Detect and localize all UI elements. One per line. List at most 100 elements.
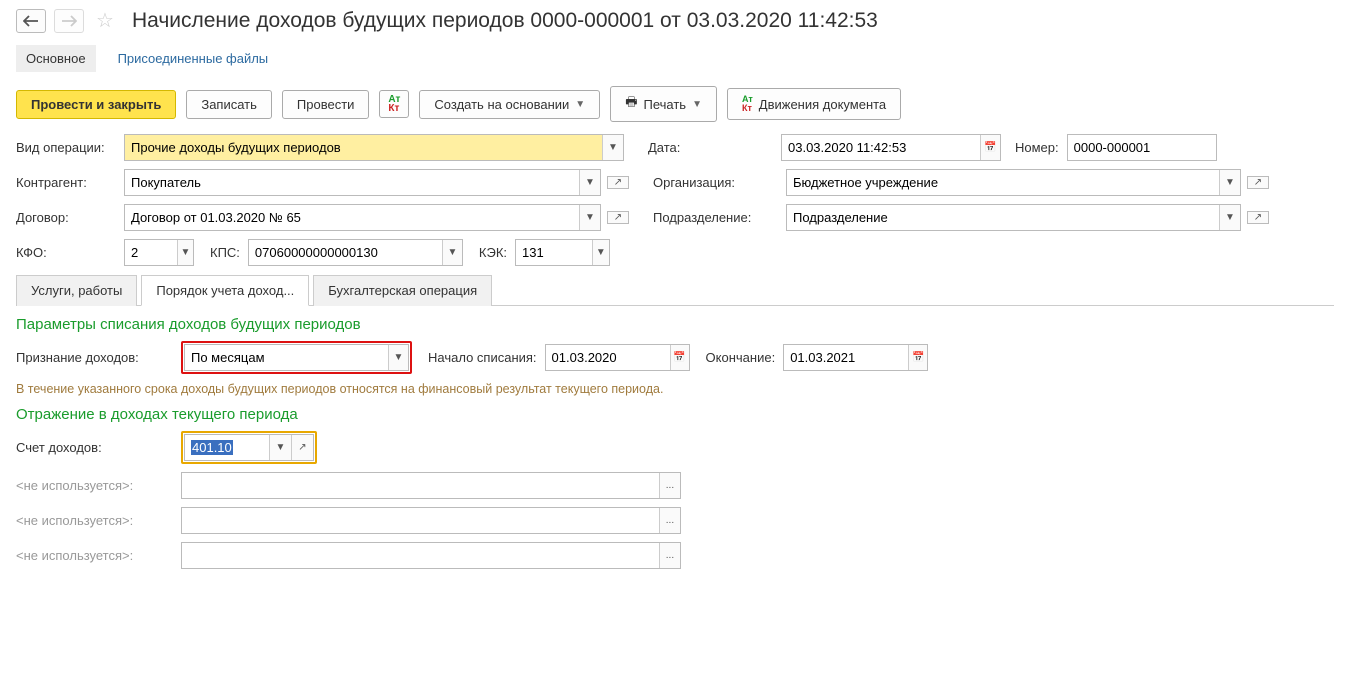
num-label: Номер:: [1015, 140, 1059, 155]
document-movements-button[interactable]: АтКт Движения документа: [727, 88, 901, 120]
dropdown-icon[interactable]: ▼: [592, 240, 609, 265]
unused-label-3: <не используется>:: [16, 548, 173, 563]
dtkt-button[interactable]: АтКт: [379, 90, 409, 118]
printer-icon: 🖶: [625, 93, 637, 115]
open-icon[interactable]: ↗: [1248, 212, 1268, 223]
more-icon[interactable]: ...: [659, 508, 680, 533]
kfo-field[interactable]: ▼: [124, 239, 194, 266]
start-field[interactable]: 📅: [545, 344, 690, 371]
kek-label: КЭК:: [479, 245, 507, 260]
open-icon[interactable]: ↗: [291, 435, 313, 460]
end-field[interactable]: 📅: [783, 344, 928, 371]
reflection-section-title: Отражение в доходах текущего периода: [16, 406, 1334, 423]
params-section-title: Параметры списания доходов будущих перио…: [16, 316, 1334, 333]
write-button[interactable]: Записать: [186, 90, 272, 119]
unused-input-1[interactable]: [182, 473, 659, 498]
account-label: Счет доходов:: [16, 440, 173, 455]
calendar-icon[interactable]: 📅: [980, 135, 1000, 160]
op-type-label: Вид операции:: [16, 140, 116, 155]
caret-down-icon: ▼: [692, 99, 702, 110]
op-type-input[interactable]: [125, 135, 602, 160]
unused-field-1[interactable]: ...: [181, 472, 681, 499]
dtkt-icon: АтКт: [388, 95, 400, 113]
open-icon[interactable]: ↗: [608, 177, 628, 188]
dept-input[interactable]: [787, 205, 1219, 230]
calendar-icon[interactable]: 📅: [908, 345, 927, 370]
dropdown-icon[interactable]: ▼: [269, 435, 291, 460]
unused-field-2[interactable]: ...: [181, 507, 681, 534]
tab-accounting-op[interactable]: Бухгалтерская операция: [313, 275, 492, 306]
end-label: Окончание:: [706, 350, 776, 365]
kps-field[interactable]: ▼: [248, 239, 463, 266]
kps-input[interactable]: [249, 240, 442, 265]
end-input[interactable]: [784, 345, 908, 370]
arrow-left-icon: [23, 15, 39, 27]
link-tab-main[interactable]: Основное: [16, 45, 96, 72]
date-label: Дата:: [648, 140, 773, 155]
dept-field[interactable]: ▼: [786, 204, 1241, 231]
op-type-field[interactable]: ▼: [124, 134, 624, 161]
num-input[interactable]: [1068, 135, 1216, 160]
dog-field[interactable]: ▼: [124, 204, 601, 231]
caret-down-icon: ▼: [575, 99, 585, 110]
org-input[interactable]: [787, 170, 1219, 195]
kek-input[interactable]: [516, 240, 592, 265]
dropdown-icon[interactable]: ▼: [602, 135, 623, 160]
recognition-field[interactable]: ▼: [184, 344, 409, 371]
account-field[interactable]: 401.10 ▼ ↗: [184, 434, 314, 461]
kfo-label: КФО:: [16, 245, 116, 260]
contr-field[interactable]: ▼: [124, 169, 601, 196]
print-button[interactable]: 🖶 Печать ▼: [610, 86, 717, 122]
open-icon[interactable]: ↗: [1248, 177, 1268, 188]
forward-button[interactable]: [54, 9, 84, 33]
start-label: Начало списания:: [428, 350, 537, 365]
unused-input-2[interactable]: [182, 508, 659, 533]
org-field[interactable]: ▼: [786, 169, 1241, 196]
kfo-input[interactable]: [125, 240, 177, 265]
org-label: Организация:: [653, 175, 778, 190]
kps-label: КПС:: [210, 245, 240, 260]
tab-services[interactable]: Услуги, работы: [16, 275, 137, 306]
dropdown-icon[interactable]: ▼: [579, 170, 600, 195]
dog-input[interactable]: [125, 205, 579, 230]
post-button[interactable]: Провести: [282, 90, 370, 119]
more-icon[interactable]: ...: [659, 473, 680, 498]
recognition-highlight: ▼: [181, 341, 412, 374]
contr-label: Контрагент:: [16, 175, 116, 190]
arrow-right-icon: [61, 15, 77, 27]
post-and-close-button[interactable]: Провести и закрыть: [16, 90, 176, 119]
contr-input[interactable]: [125, 170, 579, 195]
unused-input-3[interactable]: [182, 543, 659, 568]
page-title: Начисление доходов будущих периодов 0000…: [132, 9, 878, 33]
dropdown-icon[interactable]: ▼: [442, 240, 462, 265]
back-button[interactable]: [16, 9, 46, 33]
dropdown-icon[interactable]: ▼: [177, 240, 193, 265]
dropdown-icon[interactable]: ▼: [1219, 205, 1240, 230]
more-icon[interactable]: ...: [659, 543, 680, 568]
favorite-star-icon[interactable]: ☆: [96, 8, 114, 33]
dropdown-icon[interactable]: ▼: [1219, 170, 1240, 195]
recognition-input[interactable]: [185, 345, 388, 370]
account-input[interactable]: 401.10: [185, 435, 269, 460]
org-open[interactable]: ↗: [1247, 176, 1269, 189]
unused-field-3[interactable]: ...: [181, 542, 681, 569]
dept-label: Подразделение:: [653, 210, 778, 225]
dtkt-icon: АтКт: [742, 95, 753, 113]
dropdown-icon[interactable]: ▼: [579, 205, 600, 230]
date-input[interactable]: [782, 135, 980, 160]
start-input[interactable]: [546, 345, 670, 370]
create-based-on-button[interactable]: Создать на основании ▼: [419, 90, 600, 119]
dog-open[interactable]: ↗: [607, 211, 629, 224]
num-field[interactable]: [1067, 134, 1217, 161]
contr-open[interactable]: ↗: [607, 176, 629, 189]
date-field[interactable]: 📅: [781, 134, 1001, 161]
dropdown-icon[interactable]: ▼: [388, 345, 408, 370]
dept-open[interactable]: ↗: [1247, 211, 1269, 224]
recognition-label: Признание доходов:: [16, 350, 173, 365]
link-tab-attachments[interactable]: Присоединенные файлы: [108, 45, 279, 72]
open-icon[interactable]: ↗: [608, 212, 628, 223]
params-hint: В течение указанного срока доходы будущи…: [16, 382, 1334, 396]
calendar-icon[interactable]: 📅: [670, 345, 689, 370]
kek-field[interactable]: ▼: [515, 239, 610, 266]
tab-income-order[interactable]: Порядок учета доход...: [141, 275, 309, 306]
